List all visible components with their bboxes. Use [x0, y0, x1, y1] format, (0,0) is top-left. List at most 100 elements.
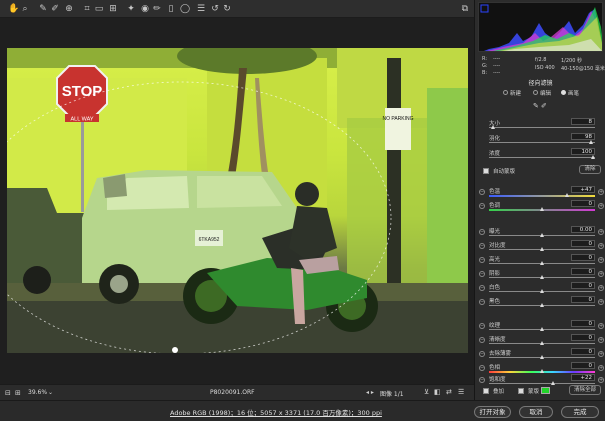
brush-density-thumb[interactable]	[591, 155, 595, 159]
slider-9[interactable]: − 清晰度 0 +	[475, 334, 605, 348]
slider-value[interactable]: 0	[571, 254, 595, 261]
slider-value[interactable]: 0	[571, 268, 595, 275]
open-object-button[interactable]: 打开对象	[474, 406, 511, 418]
decrease-icon[interactable]: −	[479, 365, 485, 371]
slider-value[interactable]: 0	[571, 320, 595, 327]
compare-y-icon[interactable]: ⊻	[424, 388, 429, 396]
toggle-icon[interactable]: ⇄	[446, 388, 452, 396]
color-sampler-icon[interactable]: ✐	[50, 4, 60, 14]
rotate-ccw-icon[interactable]: ↺	[210, 4, 220, 14]
slider-7[interactable]: − 黑色 0 +	[475, 296, 605, 310]
slider-thumb[interactable]	[539, 303, 544, 307]
mask-color-swatch[interactable]	[541, 387, 550, 394]
brush-density-slider[interactable]: 浓度 100	[475, 148, 605, 162]
slider-value[interactable]: 0	[571, 334, 595, 341]
mode-brush-radio[interactable]	[561, 90, 566, 95]
slider-value[interactable]: 0.00	[571, 226, 595, 233]
slider-thumb[interactable]	[551, 381, 556, 385]
compare-icon[interactable]: ◧	[434, 388, 441, 396]
hand-icon[interactable]: ✋	[8, 4, 19, 14]
slider-thumb[interactable]	[539, 355, 544, 359]
straighten-icon[interactable]: ▭	[94, 4, 104, 14]
fit-view-icon[interactable]: ⊟	[5, 389, 11, 397]
increase-icon[interactable]: +	[598, 299, 604, 305]
white-balance-icon[interactable]: ✎	[38, 4, 48, 14]
slider-thumb[interactable]	[539, 207, 544, 211]
zoom-level[interactable]: 39.6%	[28, 389, 47, 396]
increase-icon[interactable]: +	[598, 351, 604, 357]
mode-edit-radio[interactable]	[533, 90, 538, 95]
brush-size-thumb[interactable]	[491, 125, 495, 129]
slider-value[interactable]: +47	[571, 186, 595, 193]
slider-thumb[interactable]	[539, 369, 544, 373]
brush-feather-thumb[interactable]	[589, 140, 593, 144]
slider-value[interactable]: 0	[571, 348, 595, 355]
slider-value[interactable]: +22	[571, 374, 595, 381]
brush-add-icon[interactable]: ✎	[533, 102, 539, 110]
increase-icon[interactable]: +	[598, 285, 604, 291]
slider-4[interactable]: − 高光 0 +	[475, 254, 605, 268]
spot-removal-icon[interactable]: ✦	[126, 4, 136, 14]
decrease-icon[interactable]: −	[479, 243, 485, 249]
increase-icon[interactable]: +	[598, 189, 604, 195]
increase-icon[interactable]: +	[598, 323, 604, 329]
done-button[interactable]: 完成	[561, 406, 599, 418]
zoom-dropdown-icon[interactable]: ⌄	[48, 389, 53, 396]
zoom-in-icon[interactable]: ⊞	[15, 389, 21, 397]
decrease-icon[interactable]: −	[479, 203, 485, 209]
brush-feather-slider[interactable]: 羽化 98	[475, 133, 605, 147]
overlay-checkbox[interactable]	[483, 388, 489, 394]
workflow-options-link[interactable]: Adobe RGB (1998)；16 位；5057 x 3371 (17.0 …	[170, 407, 382, 417]
brush-erase-icon[interactable]: ✐	[541, 102, 547, 110]
clear-button[interactable]: 清除	[579, 165, 601, 174]
increase-icon[interactable]: +	[598, 377, 604, 383]
slider-value[interactable]: 0	[571, 282, 595, 289]
slider-thumb[interactable]	[539, 261, 544, 265]
settings-icon[interactable]: ☰	[458, 388, 464, 396]
slider-value[interactable]: 0	[571, 362, 595, 369]
decrease-icon[interactable]: −	[479, 229, 485, 235]
auto-mask-checkbox[interactable]	[483, 168, 489, 174]
slider-thumb[interactable]	[539, 247, 544, 251]
increase-icon[interactable]: +	[598, 365, 604, 371]
increase-icon[interactable]: +	[598, 229, 604, 235]
brush-density-value[interactable]: 100	[571, 148, 595, 155]
zoom-icon[interactable]: ⌕	[20, 4, 30, 14]
slider-2[interactable]: − 曝光 0.00 +	[475, 226, 605, 240]
increase-icon[interactable]: +	[598, 243, 604, 249]
graduated-filter-icon[interactable]: ▯	[166, 4, 176, 14]
decrease-icon[interactable]: −	[479, 299, 485, 305]
slider-thumb[interactable]	[539, 327, 544, 331]
increase-icon[interactable]: +	[598, 203, 604, 209]
preferences-icon[interactable]: ☰	[196, 4, 206, 14]
slider-track[interactable]	[489, 383, 595, 384]
slider-thumb[interactable]	[564, 193, 569, 197]
slider-10[interactable]: − 去除薄雾 0 +	[475, 348, 605, 362]
slider-track[interactable]	[489, 195, 595, 197]
rotate-cw-icon[interactable]: ↻	[222, 4, 232, 14]
mask-checkbox[interactable]	[518, 388, 524, 394]
decrease-icon[interactable]: −	[479, 351, 485, 357]
slider-8[interactable]: − 纹理 0 +	[475, 320, 605, 334]
mode-new-radio[interactable]	[503, 90, 508, 95]
slider-thumb[interactable]	[539, 289, 544, 293]
decrease-icon[interactable]: −	[479, 323, 485, 329]
decrease-icon[interactable]: −	[479, 377, 485, 383]
decrease-icon[interactable]: −	[479, 285, 485, 291]
nav-arrows-icon[interactable]: ◂ ▸	[366, 389, 374, 396]
slider-thumb[interactable]	[539, 233, 544, 237]
target-icon[interactable]: ⊕	[64, 4, 74, 14]
brush-size-value[interactable]: 8	[571, 118, 595, 125]
slider-value[interactable]: 0	[571, 240, 595, 247]
crop-icon[interactable]: ⌗	[82, 4, 92, 14]
photo-preview[interactable]: STOP ALL WAY NO PARKING 6TKA952	[7, 48, 468, 353]
increase-icon[interactable]: +	[598, 271, 604, 277]
decrease-icon[interactable]: −	[479, 337, 485, 343]
increase-icon[interactable]: +	[598, 257, 604, 263]
slider-0[interactable]: − 色温 +47 +	[475, 186, 605, 200]
decrease-icon[interactable]: −	[479, 257, 485, 263]
slider-3[interactable]: − 对比度 0 +	[475, 240, 605, 254]
decrease-icon[interactable]: −	[479, 271, 485, 277]
slider-1[interactable]: − 色调 0 +	[475, 200, 605, 214]
slider-6[interactable]: − 白色 0 +	[475, 282, 605, 296]
